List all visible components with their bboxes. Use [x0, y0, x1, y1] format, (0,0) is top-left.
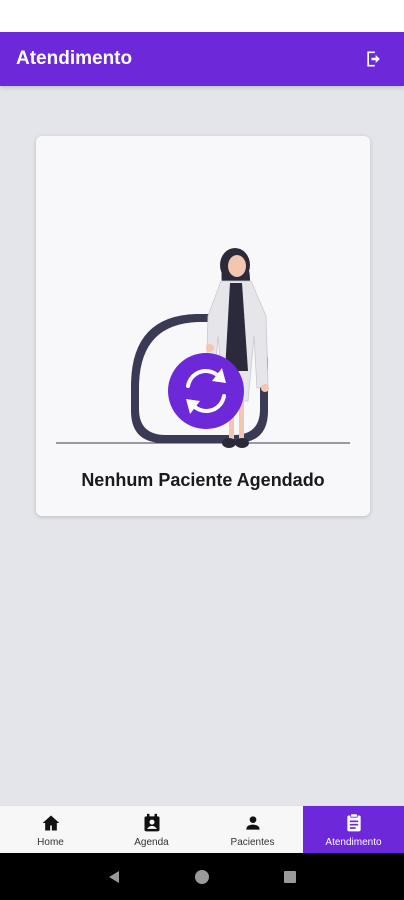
empty-state-card: Nenhum Paciente Agendado [36, 136, 370, 516]
refresh-icon[interactable] [168, 353, 244, 429]
nav-label: Agenda [134, 836, 169, 848]
nav-item-agenda[interactable]: Agenda [101, 806, 202, 853]
nav-item-pacientes[interactable]: Pacientes [202, 806, 303, 853]
status-bar [0, 0, 404, 32]
home-system-button[interactable] [190, 865, 214, 889]
back-button[interactable] [102, 865, 126, 889]
nav-label: Home [37, 836, 64, 848]
nav-label: Pacientes [230, 836, 275, 848]
recents-button[interactable] [278, 865, 302, 889]
recents-square-icon [284, 870, 296, 883]
nav-item-atendimento[interactable]: Atendimento [303, 806, 404, 853]
calendar-contact-icon [141, 812, 163, 834]
page-title: Atendimento [16, 48, 133, 69]
home-icon [40, 812, 62, 834]
logout-icon [367, 51, 380, 67]
system-navigation-bar [0, 853, 404, 900]
clipboard-icon [343, 812, 365, 834]
person-icon [242, 812, 264, 834]
nav-label: Atendimento [325, 836, 382, 848]
app-bar: Atendimento [0, 32, 404, 86]
nav-item-home[interactable]: Home [0, 806, 101, 853]
empty-state-message: Nenhum Paciente Agendado [81, 470, 325, 490]
back-triangle-icon [109, 870, 119, 883]
home-circle-icon [195, 869, 209, 884]
bottom-navigation: Home Agenda Pacientes Atendimento [0, 805, 404, 853]
logout-button[interactable] [360, 45, 388, 73]
doctor-illustration [56, 248, 350, 448]
